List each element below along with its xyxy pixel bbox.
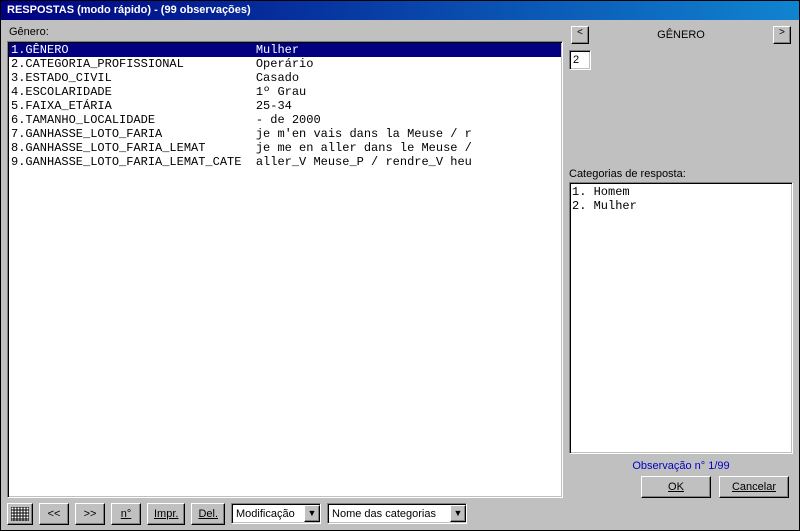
variable-row[interactable]: 5.FAIXA_ETÁRIA 25-34	[9, 99, 561, 113]
variable-row[interactable]: 9.GANHASSE_LOTO_FARIA_LEMAT_CATE aller_V…	[9, 155, 561, 169]
window: RESPOSTAS (modo rápido) - (99 observaçõe…	[0, 0, 800, 531]
observation-label: Observação n° 1/99	[569, 460, 793, 472]
client-area: Gênero: 1.GÊNERO Mulher2.CATEGORIA_PROFI…	[1, 20, 799, 530]
variable-row[interactable]: 6.TAMANHO_LOCALIDADE - de 2000	[9, 113, 561, 127]
grid-view-button[interactable]	[7, 503, 33, 525]
value-input[interactable]	[569, 50, 591, 70]
display-combobox-text: Nome das categorias	[332, 508, 450, 520]
print-button[interactable]: Impr.	[147, 503, 185, 525]
bottom-toolbar: << >> n° Impr. Del. Modificação ▼ Nome d…	[7, 498, 793, 526]
main-row: Gênero: 1.GÊNERO Mulher2.CATEGORIA_PROFI…	[7, 24, 793, 498]
delete-button[interactable]: Del.	[191, 503, 225, 525]
variable-row[interactable]: 1.GÊNERO Mulher	[9, 43, 561, 57]
variable-row[interactable]: 4.ESCOLARIDADE 1º Grau	[9, 85, 561, 99]
variable-nav: < GÊNERO >	[569, 24, 793, 46]
prev-variable-button[interactable]: <	[571, 26, 589, 44]
right-pane: < GÊNERO > Categorias de resposta: 1. Ho…	[569, 24, 793, 498]
last-record-button[interactable]: >>	[75, 503, 105, 525]
mode-combobox-text: Modificação	[236, 508, 304, 520]
category-item[interactable]: 1. Homem	[572, 185, 790, 199]
goto-n-button[interactable]: n°	[111, 503, 141, 525]
categories-label: Categorias de resposta:	[569, 168, 793, 180]
titlebar: RESPOSTAS (modo rápido) - (99 observaçõe…	[1, 1, 799, 20]
next-variable-button[interactable]: >	[773, 26, 791, 44]
category-item[interactable]: 2. Mulher	[572, 199, 790, 213]
chevron-down-icon: ▼	[450, 505, 466, 522]
display-combobox[interactable]: Nome das categorias ▼	[327, 503, 467, 524]
variable-name-label: GÊNERO	[589, 29, 773, 41]
ok-button[interactable]: OK	[641, 476, 711, 498]
chevron-down-icon: ▼	[304, 505, 320, 522]
cancel-button[interactable]: Cancelar	[719, 476, 789, 498]
variable-row[interactable]: 8.GANHASSE_LOTO_FARIA_LEMAT je me en all…	[9, 141, 561, 155]
value-input-wrap	[569, 50, 793, 70]
left-pane: Gênero: 1.GÊNERO Mulher2.CATEGORIA_PROFI…	[7, 24, 563, 498]
grid-icon	[11, 507, 29, 521]
first-record-button[interactable]: <<	[39, 503, 69, 525]
field-label: Gênero:	[9, 26, 563, 38]
variable-listbox[interactable]: 1.GÊNERO Mulher2.CATEGORIA_PROFISSIONAL …	[7, 41, 563, 498]
variable-row[interactable]: 2.CATEGORIA_PROFISSIONAL Operário	[9, 57, 561, 71]
mode-combobox[interactable]: Modificação ▼	[231, 503, 321, 524]
categories-listbox[interactable]: 1. Homem2. Mulher	[569, 182, 793, 454]
variable-row[interactable]: 3.ESTADO_CIVIL Casado	[9, 71, 561, 85]
dialog-buttons: OK Cancelar	[569, 476, 793, 498]
variable-row[interactable]: 7.GANHASSE_LOTO_FARIA je m'en vais dans …	[9, 127, 561, 141]
